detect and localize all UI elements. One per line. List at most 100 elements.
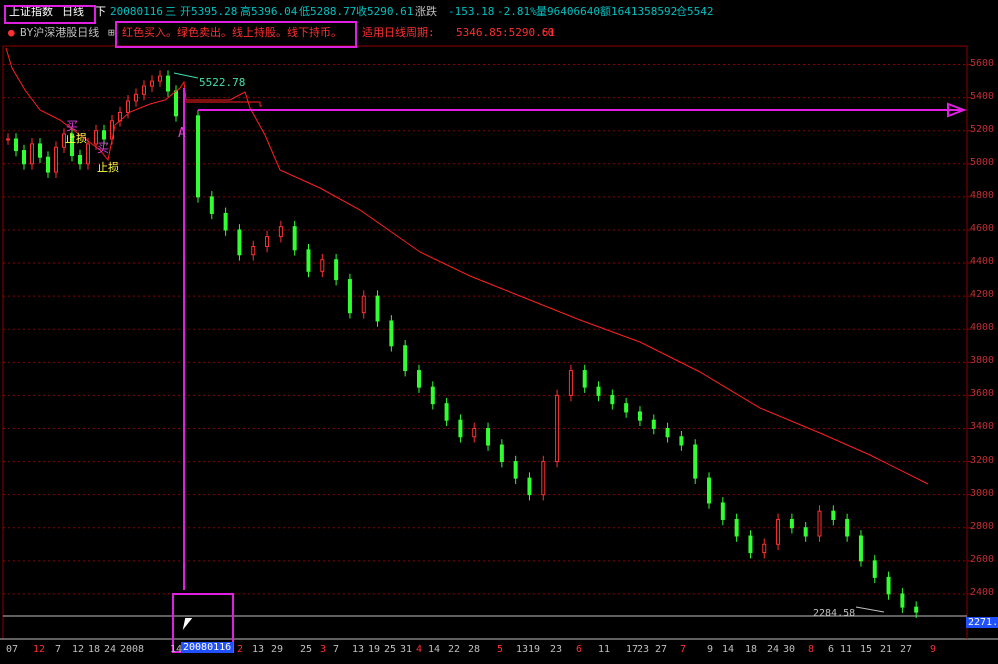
candle-body — [831, 510, 836, 520]
x-axis-label: 9 — [930, 644, 937, 655]
candle-body — [651, 419, 656, 429]
candle-body — [334, 259, 339, 281]
x-axis-label: 19 — [368, 644, 381, 655]
candle-body — [886, 576, 891, 595]
low-pointer-line — [855, 606, 885, 613]
candle-body — [472, 427, 477, 438]
x-axis-label: 11 — [840, 644, 853, 655]
candle-body — [38, 143, 42, 158]
indicator-name[interactable]: BY沪深港股日线 — [20, 26, 99, 39]
candle-body — [596, 386, 601, 396]
arrow-label: 下 — [95, 5, 106, 18]
y-axis-label: 4600 — [970, 222, 995, 234]
y-axis-label: 2800 — [970, 520, 995, 532]
x-axis-label: 8 — [808, 644, 815, 655]
x-axis-label: 3 — [320, 644, 327, 655]
y-axis-label: 3000 — [970, 487, 995, 499]
y-axis-label: 4000 — [970, 322, 995, 334]
x-axis-label: 23 — [637, 644, 650, 655]
candle-body — [486, 427, 491, 446]
y-axis-label: 3800 — [970, 355, 995, 367]
x-axis-label: 29 — [271, 644, 284, 655]
candle-body — [748, 535, 753, 554]
candle-body — [803, 527, 808, 537]
indicator-period-label: 适用日线周期: — [362, 26, 435, 39]
candle-body — [196, 115, 200, 198]
candle-body — [707, 477, 712, 504]
x-axis-label: 9 — [707, 644, 714, 655]
candle-body — [278, 226, 283, 238]
kline-chart[interactable] — [0, 0, 998, 664]
title-highlight-box — [4, 5, 96, 24]
indicator-toggle-icon[interactable]: ⊞ — [108, 26, 115, 39]
x-axis-label: 7 — [680, 644, 687, 655]
y-axis-label: 3200 — [970, 454, 995, 466]
candle-body — [102, 130, 106, 140]
y-axis-label: 5600 — [970, 57, 995, 69]
x-axis-label: 23 — [550, 644, 563, 655]
y-axis-label: 5000 — [970, 156, 995, 168]
candle-body — [679, 436, 684, 446]
candle-body — [86, 143, 90, 165]
x-axis-label: 25 — [300, 644, 313, 655]
candle-body — [499, 444, 504, 463]
candle-body — [134, 93, 138, 102]
bar-weekday: 三 — [165, 5, 176, 18]
candle-body — [624, 403, 629, 413]
x-axis-label: 13 — [352, 644, 365, 655]
candle-body — [693, 444, 698, 479]
x-axis-label: 11 — [598, 644, 611, 655]
bar-open: 开5395.28 — [180, 5, 238, 18]
candle-body — [30, 143, 34, 165]
x-axis-label: 2008 — [120, 644, 145, 655]
candle-body — [513, 461, 518, 479]
x-axis-label: 2 — [237, 644, 244, 655]
bar-date: 20080116 — [110, 5, 163, 18]
indicator-value-3: :0 — [541, 26, 555, 39]
candle-body — [237, 229, 242, 256]
low-value-label: 2284.58 — [813, 608, 856, 619]
x-axis-label: 6 — [576, 644, 583, 655]
x-axis-label: 14 — [722, 644, 735, 655]
x-axis-label: 21 — [880, 644, 893, 655]
bar-volume: 量96406640 — [536, 5, 600, 18]
candle-body — [126, 100, 130, 114]
info-bar: 上证指数 日线 下 20080116 三 开5395.28 高5396.04 低… — [0, 0, 998, 22]
candle-body — [54, 146, 58, 173]
x-axis-label: 27 — [655, 644, 668, 655]
x-axis-label: 22 — [448, 644, 461, 655]
candle-body — [914, 606, 919, 613]
y-axis-label: 5400 — [970, 90, 995, 102]
x-axis-label: 7 — [333, 644, 340, 655]
buy-mark-2: 买 — [97, 141, 110, 155]
candle-body — [527, 477, 532, 496]
candle-body — [158, 75, 162, 82]
candle-body — [375, 295, 380, 322]
cursor-date-label: 20080116 — [181, 642, 234, 653]
candle-body — [762, 543, 767, 554]
x-axis-label: 12 — [33, 644, 46, 655]
x-axis-label: 6 — [828, 644, 835, 655]
candle-body — [568, 370, 573, 396]
candle-body — [776, 518, 781, 545]
y-axis-label: 2600 — [970, 553, 995, 565]
bar-change-pct: -2.81% — [497, 5, 537, 18]
x-axis-label: 5 — [497, 644, 504, 655]
candle-body — [78, 155, 82, 165]
x-axis-label: 14 — [170, 644, 183, 655]
candle-body — [416, 370, 421, 388]
x-axis-label: 31 — [400, 644, 413, 655]
x-axis-label: 15 — [860, 644, 873, 655]
x-axis-label: 14 — [428, 644, 441, 655]
candle-body — [541, 461, 546, 496]
x-axis-label: 12 — [72, 644, 85, 655]
stop-mark-2: 止损 — [97, 161, 119, 174]
candle-body — [665, 427, 670, 438]
bar-high: 高5396.04 — [240, 5, 298, 18]
candle-body — [430, 386, 435, 405]
peak-pointer-line — [173, 72, 199, 79]
change-label: 涨跌 — [415, 5, 437, 18]
peak-value-label: 5522.78 — [199, 76, 246, 89]
x-axis-label: 4 — [416, 644, 423, 655]
bar-change: -153.18 — [448, 5, 495, 18]
